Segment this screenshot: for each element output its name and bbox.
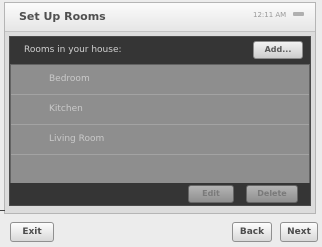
- room-label: Bedroom: [49, 74, 90, 84]
- page-title: Set Up Rooms: [19, 10, 106, 23]
- rooms-header-label: Rooms in your house:: [24, 45, 122, 55]
- exit-button[interactable]: Exit: [10, 222, 54, 242]
- callout-line: [0, 210, 5, 211]
- title-bar: Set Up Rooms 12:11 AM: [5, 3, 315, 32]
- battery-icon: [293, 12, 304, 16]
- empty-list-area: [11, 155, 309, 185]
- room-label: Kitchen: [49, 104, 83, 114]
- list-item[interactable]: Kitchen: [11, 95, 309, 125]
- list-item[interactable]: Bedroom: [11, 65, 309, 95]
- rooms-actions-bar: Edit Delete: [10, 183, 310, 205]
- delete-button[interactable]: Delete: [246, 185, 298, 203]
- room-label: Living Room: [49, 134, 105, 144]
- edit-button[interactable]: Edit: [188, 185, 234, 203]
- rooms-panel: Rooms in your house: Add... Bedroom Kitc…: [9, 36, 311, 206]
- setup-rooms-screen: Set Up Rooms 12:11 AM Rooms in your hous…: [4, 2, 316, 214]
- add-room-button[interactable]: Add...: [253, 41, 303, 59]
- rooms-list: Bedroom Kitchen Living Room: [11, 65, 309, 183]
- rooms-header: Rooms in your house: Add...: [10, 37, 310, 64]
- list-item[interactable]: Living Room: [11, 125, 309, 155]
- clock: 12:11 AM: [253, 11, 287, 19]
- next-button[interactable]: Next: [280, 222, 318, 242]
- back-button[interactable]: Back: [232, 222, 272, 242]
